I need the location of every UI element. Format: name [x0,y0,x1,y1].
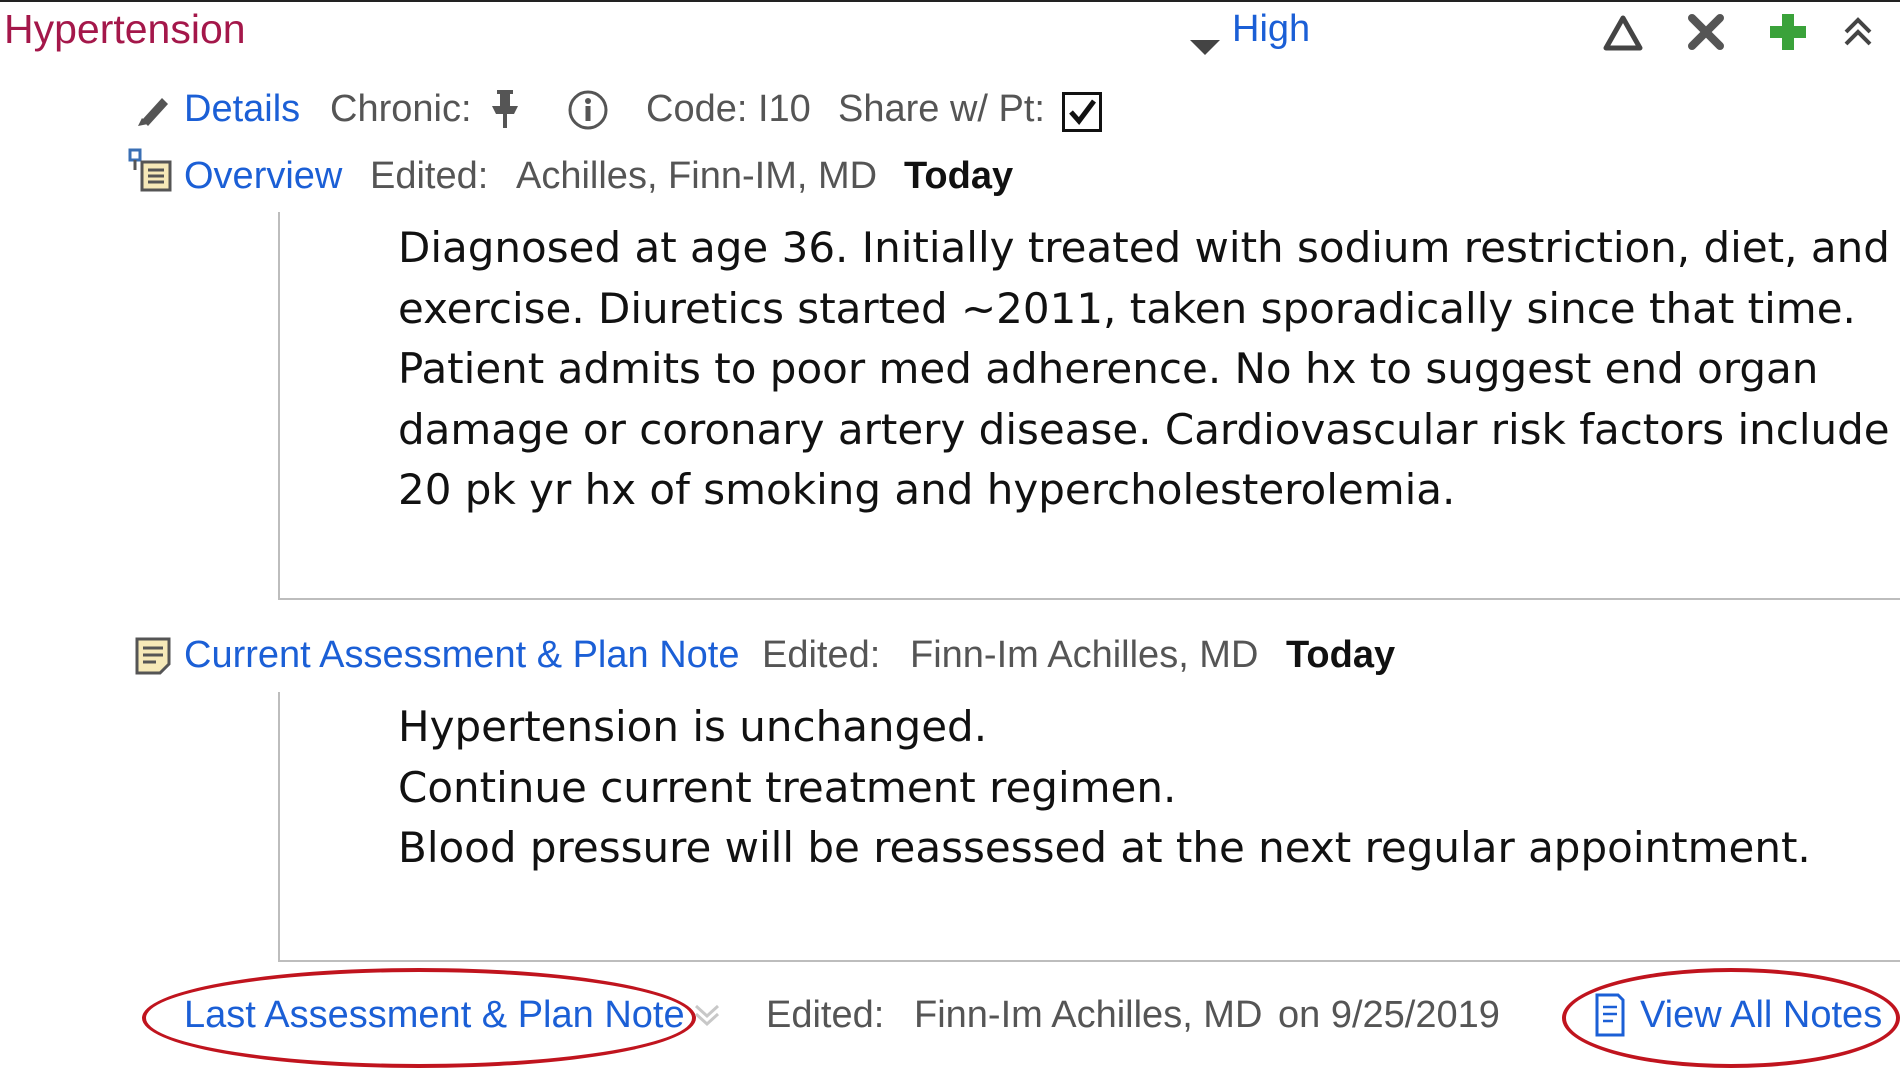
priority-dropdown-arrow-icon[interactable] [1190,40,1220,55]
overview-line: Diagnosed at age 36. Initially treated w… [398,223,1890,272]
triangle-up-icon[interactable] [1602,14,1644,52]
last-note-author: Finn-Im Achilles, MD [914,994,1263,1036]
overview-icon [128,148,172,192]
overview-line: Patient admits to poor med adherence. No… [398,344,1819,393]
current-note-date: Today [1286,634,1396,676]
collapse-up-icon[interactable] [1840,14,1876,50]
current-note-line: Continue current treatment regimen. [398,762,1177,812]
pin-icon[interactable] [488,88,522,130]
chronic-label: Chronic: [330,88,472,130]
current-note-author: Finn-Im Achilles, MD [910,634,1259,676]
notes-document-icon[interactable] [1594,992,1626,1038]
chevron-down-icon[interactable] [692,1000,722,1030]
current-note-link[interactable]: Current Assessment & Plan Note [184,634,739,677]
priority-link[interactable]: High [1232,8,1310,51]
problem-title: Hypertension [4,6,246,52]
current-note-edited-label: Edited: [762,634,881,676]
close-icon[interactable] [1686,12,1726,52]
current-note-text: Hypertension is unchanged. Continue curr… [398,697,1811,879]
details-link[interactable]: Details [184,88,300,131]
code-label: Code: I10 [646,88,811,130]
top-border [0,0,1900,2]
last-note-edited-label: Edited: [766,994,885,1036]
overview-line: exercise. Diuretics started ~2011, taken… [398,283,1856,333]
checkmark-icon [1069,99,1096,125]
current-note-line: Blood pressure will be reassessed at the… [398,823,1811,872]
last-note-link[interactable]: Last Assessment & Plan Note [184,994,685,1037]
overview-author: Achilles, Finn-IM, MD [516,155,878,197]
view-all-notes-link[interactable]: View All Notes [1640,994,1882,1037]
share-with-patient-checkbox[interactable] [1062,92,1102,132]
overview-note-text: Diagnosed at age 36. Initially treated w… [398,218,1890,521]
overview-line: 20 pk yr hx of smoking and hypercholeste… [398,465,1456,514]
pencil-icon [138,98,168,126]
overview-link[interactable]: Overview [184,155,342,198]
current-note-line: Hypertension is unchanged. [398,702,988,751]
overview-edited-label: Edited: [370,155,489,197]
note-icon [135,637,171,675]
share-label: Share w/ Pt: [838,88,1045,130]
last-note-date: on 9/25/2019 [1278,994,1500,1036]
overview-date: Today [904,155,1014,197]
info-icon[interactable] [566,88,610,132]
overview-line: damage or coronary artery disease. Cardi… [398,404,1890,454]
add-icon[interactable] [1768,12,1808,52]
